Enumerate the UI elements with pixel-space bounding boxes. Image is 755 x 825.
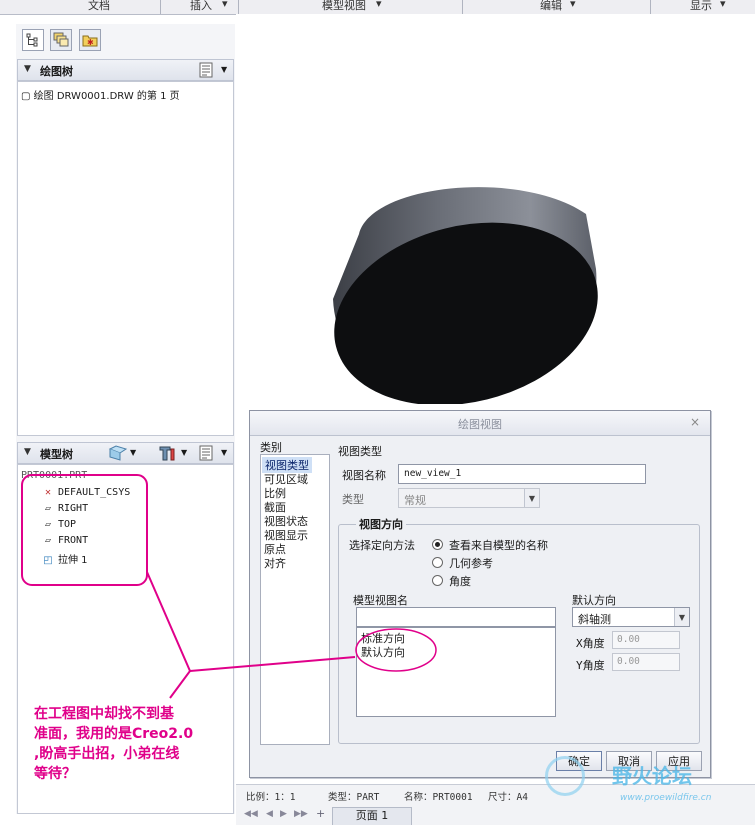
menu-document[interactable]: 文档 [88,0,110,13]
status-bar: 比例：1：1 类型：PART 名称：PRT0001 尺寸：A4 ◀◀ ◀ ▶ ▶… [236,784,755,825]
csys-icon: ✕ [44,487,52,498]
close-icon[interactable]: × [690,415,700,429]
y-angle-input: 0.00 [612,653,680,671]
tree-icon[interactable] [22,29,44,51]
dialog-titlebar[interactable]: 绘图视图 × [250,411,710,436]
watermark-logo-icon [545,756,585,796]
cylinder-model [333,187,598,404]
category-list: 视图类型 可见区域 比例 截面 视图状态 视图显示 原点 对齐 [260,454,330,745]
collapse-icon[interactable]: ▼ [24,447,31,457]
view-name-input[interactable]: new_view_1 [398,464,646,484]
annotation-text: 在工程图中却找不到基 准面，我用的是Creo2.0 ,盼高手出招，小弟在线 等待… [34,706,194,782]
radio-angle[interactable] [432,575,443,586]
show-icon[interactable] [108,445,128,464]
page-nav-prev-icon[interactable]: ◀ [266,809,273,819]
page-icon: ▢ [21,91,31,102]
radio-model-name[interactable] [432,539,443,550]
tree-item-front[interactable]: ▱ FRONT [42,535,88,546]
model-view-default[interactable]: 默认方向 [361,644,405,660]
tree-item-drawing-page[interactable]: ▢ 绘图 DRW0001.DRW 的第 1 页 [21,87,180,102]
svg-text:✱: ✱ [87,38,94,47]
chevron-down-icon[interactable]: ▼ [181,448,187,457]
chevron-down-icon[interactable]: ▼ [130,448,136,457]
category-alignment[interactable]: 对齐 [264,555,286,571]
status-size: 尺寸：A4 [488,792,528,803]
menubar: 文档 插入 ▾ 模型视图 ▾ 编辑 ▾ 显示 ▾ [0,0,755,15]
page-nav-first-icon[interactable]: ◀◀ [244,809,258,819]
orient-method-label: 选择定向方法 [349,539,415,552]
type-label: 类型 [342,493,364,506]
model-view-label: 模型视图名 [353,594,408,607]
chevron-down-icon[interactable]: ▼ [221,65,227,74]
tree-item-extrude[interactable]: ◰ 拉伸 1 [42,551,87,566]
tree-item-csys[interactable]: ✕ DEFAULT_CSYS [42,487,130,498]
model-view-search-input[interactable] [356,607,556,627]
page-nav-last-icon[interactable]: ▶▶ [294,809,308,819]
tree-settings-icon[interactable] [198,62,214,81]
radio-model-name-label[interactable]: 查看来自模型的名称 [449,537,548,553]
chevron-down-icon[interactable]: ▾ [570,0,576,10]
y-angle-label: Y角度 [576,659,605,672]
tree-settings-icon[interactable] [198,445,214,464]
page-nav-next-icon[interactable]: ▶ [280,809,287,819]
chevron-down-icon[interactable]: ▾ [720,0,726,10]
view-name-label: 视图名称 [342,469,386,482]
orientation-title: 视图方向 [356,516,406,532]
watermark-brand: 野火论坛 [612,764,692,788]
category-label: 类别 [260,441,282,454]
status-scale: 比例：1：1 [246,792,296,803]
section-title: 视图类型 [338,445,382,458]
layers-icon[interactable] [50,29,72,51]
menu-model-view[interactable]: 模型视图 [322,0,366,13]
tree-root[interactable]: PRT0001.PRT [21,470,87,481]
datum-plane-icon: ▱ [44,535,52,546]
chevron-down-icon[interactable]: ▼ [221,448,227,457]
datum-plane-icon: ▱ [44,503,52,514]
model-tree-header[interactable]: ▼ 模型树 ▼ ▼ ▼ [17,442,234,464]
radio-angle-label[interactable]: 角度 [449,573,471,589]
drawing-tree: ▢ 绘图 DRW0001.DRW 的第 1 页 [17,81,234,436]
settings-tools-icon[interactable] [158,445,176,464]
menu-edit[interactable]: 编辑 [540,0,562,13]
collapse-icon[interactable]: ▼ [24,64,31,74]
folder-star-icon[interactable]: ✱ [79,29,101,51]
chevron-down-icon[interactable]: ▼ [674,608,689,626]
watermark-url: www.proewildfire.cn [620,793,712,803]
radio-geometry-ref-label[interactable]: 几何参考 [449,555,493,571]
tree-item-top[interactable]: ▱ TOP [42,519,76,530]
status-type: 类型：PART [328,792,380,803]
menu-insert[interactable]: 插入 [190,0,212,13]
drawing-tree-header[interactable]: ▼ 绘图树 ▼ [17,59,234,81]
radio-geometry-ref[interactable] [432,557,443,568]
default-orient-label: 默认方向 [572,594,616,607]
chevron-down-icon[interactable]: ▾ [222,0,228,10]
chevron-down-icon: ▼ [524,489,539,507]
x-angle-label: X角度 [576,637,605,650]
add-page-icon[interactable]: + [316,807,325,820]
model-tree-title: 模型树 [40,448,73,461]
chevron-down-icon[interactable]: ▾ [376,0,382,10]
drawing-tree-title: 绘图树 [40,65,73,78]
model-view-list: 标准方向 默认方向 [356,627,556,717]
datum-plane-icon: ▱ [44,519,52,530]
tree-item-right[interactable]: ▱ RIGHT [42,503,88,514]
extrude-icon: ◰ [43,555,53,566]
dialog-title: 绘图视图 [458,418,502,431]
drawing-view-dialog: 绘图视图 × 类别 视图类型 可见区域 比例 截面 视图状态 视图显示 原点 对… [249,410,711,778]
status-name: 名称：PRT0001 [404,792,473,803]
x-angle-input: 0.00 [612,631,680,649]
menu-display[interactable]: 显示 [690,0,712,13]
default-orient-select[interactable]: 斜轴测 ▼ [572,607,690,627]
tab-page-1[interactable]: 页面 1 [332,807,412,825]
type-select: 常规 ▼ [398,488,540,508]
